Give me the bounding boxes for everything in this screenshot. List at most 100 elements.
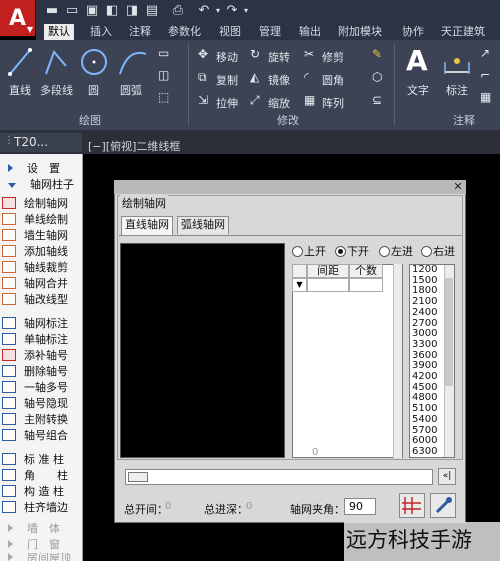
add-number-icon [2,349,16,361]
text-button[interactable]: 文字 [407,82,429,98]
copy-button[interactable]: 复制 [216,72,238,88]
trim-button[interactable]: 修剪 [322,49,344,65]
stretch-button[interactable]: 拉伸 [216,95,238,111]
spacing-cell[interactable] [307,278,349,292]
tab-output[interactable]: 输出 [295,24,325,40]
radio-right-depth[interactable]: 右进 [421,245,455,259]
arc-tool-button[interactable]: 圆弧 [120,82,142,98]
tab-default[interactable]: 默认 [44,24,74,40]
fillet-button[interactable]: 圆角 [322,72,344,88]
spacing-value-item[interactable]: 3300 [412,339,437,351]
trim-axis-icon [2,261,16,273]
application-menu-button[interactable]: A ▼ [0,0,36,36]
save-as-icon[interactable]: ◧ [104,3,120,19]
panel-item-single-axis-dim[interactable]: 单轴标注 [2,332,82,347]
panel-item-draw-grid[interactable]: 绘制轴网 [2,196,82,211]
collapse-button[interactable]: «| [438,468,456,485]
spacing-table[interactable] [292,264,403,458]
hatch-icon[interactable]: ◫ [158,68,169,82]
dialog-title: 绘制轴网 [120,195,168,211]
total-open-label: 总开间： [124,503,168,516]
tab-straight-grid[interactable]: 直线轴网 [121,216,173,235]
tab-annotate[interactable]: 注释 [125,24,155,40]
keyboard-icon[interactable] [128,472,148,482]
spacing-value-item[interactable]: 6300 [412,446,437,458]
command-input[interactable] [125,469,433,485]
save-icon[interactable]: ▣ [84,3,100,19]
total-open-value: 0 [165,501,172,512]
panel-item-align-column[interactable]: 柱齐墙边 [2,500,82,515]
tab-insert[interactable]: 插入 [86,24,116,40]
dialog-title-bar[interactable] [114,180,466,194]
panel-settings-header[interactable]: 设 置 [2,161,82,176]
panel-item-corner-column[interactable]: 角 柱 [2,468,82,483]
panel-item-multi-number[interactable]: 一轴多号 [2,380,82,395]
values-scrollbar-thumb[interactable] [445,278,453,386]
circle-tool-button[interactable]: 圆 [88,82,99,98]
tab-collaborate[interactable]: 协作 [398,24,428,40]
viewport-controls[interactable]: [−][俯视]二维线框 [88,138,180,154]
panel-item-add-axis-number[interactable]: 添补轴号 [2,348,82,363]
scale-button[interactable]: 缩放 [268,95,290,111]
table-icon[interactable]: ▦ [480,90,491,104]
close-icon[interactable]: ✕ [452,181,464,193]
panel-item-delete-axis-number[interactable]: 删除轴号 [2,364,82,379]
leader-icon[interactable]: ⌐ [480,68,490,82]
dimension-button[interactable]: 标注 [446,82,468,98]
triangle-right-icon [8,553,13,561]
tab-addins[interactable]: 附加模块 [334,24,386,40]
panel-wall-header[interactable]: 墙 体 [2,521,82,536]
import-icon[interactable]: ◨ [124,3,140,19]
panel-door-window-header[interactable]: 门 窗 [2,537,82,552]
panel-item-number-combine[interactable]: 轴号组合 [2,428,82,443]
panel-item-structural-column[interactable]: 构 造 柱 [2,484,82,499]
table-scrollbar[interactable] [393,264,402,458]
count-cell[interactable] [349,278,383,292]
explode-icon[interactable]: ⬡ [372,70,382,84]
new-file-icon[interactable]: ▬ [44,3,60,19]
panel-item-merge-grid[interactable]: 轴网合并 [2,276,82,291]
leader-icon[interactable]: ↗ [480,46,490,60]
radio-lower-bay[interactable]: 下开 [335,245,369,259]
radio-upper-bay[interactable]: 上开 [292,245,326,259]
open-folder-icon[interactable]: ▭ [64,3,80,19]
panel-item-trim-axis[interactable]: 轴线裁剪 [2,260,82,275]
line-tool-button[interactable]: 直线 [9,82,31,98]
export-icon[interactable]: ▤ [144,3,160,19]
tab-parametric[interactable]: 参数化 [164,24,205,40]
rectangle-icon[interactable]: ▭ [158,46,169,60]
radio-left-depth[interactable]: 左进 [379,245,413,259]
tab-arc-grid[interactable]: 弧线轴网 [177,216,229,234]
panel-item-single-line[interactable]: 单线绘制 [2,212,82,227]
panel-item-standard-column[interactable]: 标 准 柱 [2,452,82,467]
grid-angle-input[interactable]: 90 [344,498,376,515]
eyedropper-button[interactable] [430,493,456,518]
tab-manage[interactable]: 管理 [255,24,285,40]
print-icon[interactable]: ⎙ [170,3,186,19]
erase-icon[interactable]: ✎ [372,47,382,61]
mirror-button[interactable]: 镜像 [268,72,290,88]
boundary-icon[interactable]: ⬚ [158,90,169,104]
radio-indicator [379,246,390,257]
panel-item-show-hide-number[interactable]: 轴号隐现 [2,396,82,411]
panel-room-roof-header[interactable]: 房间屋顶 [2,553,82,561]
array-button[interactable]: 阵列 [322,95,344,111]
panel-item-axis-linetype[interactable]: 轴改线型 [2,292,82,307]
panel-item-grid-dimension[interactable]: 轴网标注 [2,316,82,331]
pick-grid-button[interactable] [399,493,425,518]
tab-tangent-architecture[interactable]: 天正建筑 [437,24,489,40]
panel-item-add-axis[interactable]: 添加轴线 [2,244,82,259]
spacing-value-item[interactable]: 2400 [412,307,437,319]
spacing-value-item[interactable]: 5400 [412,414,437,426]
redo-dropdown-icon[interactable]: ▾ [238,3,254,19]
panel-item-main-sub-convert[interactable]: 主附转换 [2,412,82,427]
tab-view[interactable]: 视图 [215,24,245,40]
panel-item-wall-grid[interactable]: 墙生轴网 [2,228,82,243]
rotate-button[interactable]: 旋转 [268,49,290,65]
move-button[interactable]: 移动 [216,49,238,65]
trim-icon: ✂ [304,47,315,61]
polyline-tool-button[interactable]: 多段线 [40,82,73,98]
triangle-down-icon [8,183,16,188]
panel-grid-column-header[interactable]: 轴网柱子 [2,177,82,192]
offset-icon[interactable]: ⊆ [372,93,382,107]
